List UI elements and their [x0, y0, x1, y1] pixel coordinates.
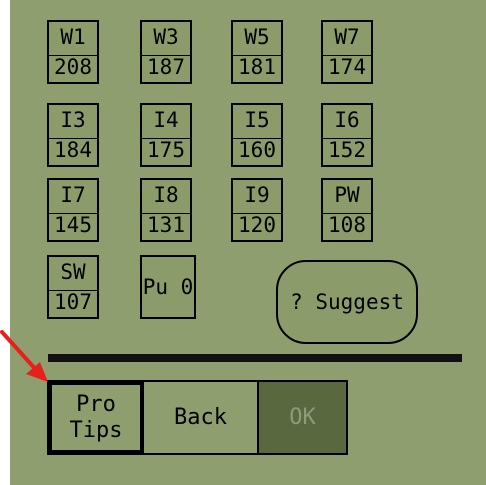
- club-button-i3[interactable]: I3 184: [47, 103, 99, 167]
- club-button-i6[interactable]: I6 152: [321, 103, 373, 167]
- club-distance: 184: [49, 138, 97, 161]
- club-button-w1[interactable]: W1 208: [47, 20, 99, 84]
- back-button[interactable]: Back: [143, 382, 257, 453]
- club-name: I8: [153, 182, 179, 207]
- pro-tips-button[interactable]: Pro Tips: [49, 382, 143, 453]
- club-button-pw[interactable]: PW 108: [321, 178, 373, 242]
- club-distance: 175: [142, 138, 190, 161]
- club-button-i8[interactable]: I8 131: [140, 178, 192, 242]
- club-button-i4[interactable]: I4 175: [140, 103, 192, 167]
- club-distance: 160: [233, 138, 281, 161]
- pro-tips-label: Pro Tips: [69, 391, 123, 443]
- club-distance: 174: [323, 55, 371, 78]
- club-button-sw[interactable]: SW 107: [47, 255, 99, 319]
- club-name: I4: [153, 107, 179, 132]
- suggest-label: ? Suggest: [290, 290, 404, 314]
- putter-label: Pu 0: [142, 275, 194, 299]
- arrow-icon: [0, 330, 48, 382]
- back-label: Back: [174, 404, 227, 430]
- club-name: PW: [334, 182, 360, 207]
- club-name: SW: [60, 259, 86, 284]
- club-button-w5[interactable]: W5 181: [231, 20, 283, 84]
- club-button-w3[interactable]: W3 187: [140, 20, 192, 84]
- club-distance: 131: [142, 213, 190, 236]
- club-distance: 187: [142, 55, 190, 78]
- club-distance: 152: [323, 138, 371, 161]
- club-name: W7: [334, 24, 360, 49]
- button-bar: Pro Tips Back OK: [47, 380, 348, 455]
- club-name: I6: [334, 107, 360, 132]
- ok-button: OK: [257, 382, 346, 453]
- club-distance: 107: [49, 290, 97, 313]
- club-distance: 145: [49, 213, 97, 236]
- club-name: W1: [60, 24, 86, 49]
- suggest-button[interactable]: ? Suggest: [276, 260, 418, 344]
- club-button-i9[interactable]: I9 120: [231, 178, 283, 242]
- divider: [48, 354, 462, 362]
- club-button-i5[interactable]: I5 160: [231, 103, 283, 167]
- device-screen: W1 208 W3 187 W5 181 W7 174 I3 184 I4 17…: [10, 0, 486, 485]
- club-name: W5: [244, 24, 270, 49]
- club-distance: 108: [323, 213, 371, 236]
- club-distance: 120: [233, 213, 281, 236]
- putter-button[interactable]: Pu 0: [140, 255, 196, 319]
- ok-label: OK: [289, 404, 316, 430]
- club-name: W3: [153, 24, 179, 49]
- club-distance: 208: [49, 55, 97, 78]
- club-button-i7[interactable]: I7 145: [47, 178, 99, 242]
- club-button-w7[interactable]: W7 174: [321, 20, 373, 84]
- club-name: I5: [244, 107, 270, 132]
- club-distance: 181: [233, 55, 281, 78]
- club-name: I3: [60, 107, 86, 132]
- club-name: I9: [244, 182, 270, 207]
- club-name: I7: [60, 182, 86, 207]
